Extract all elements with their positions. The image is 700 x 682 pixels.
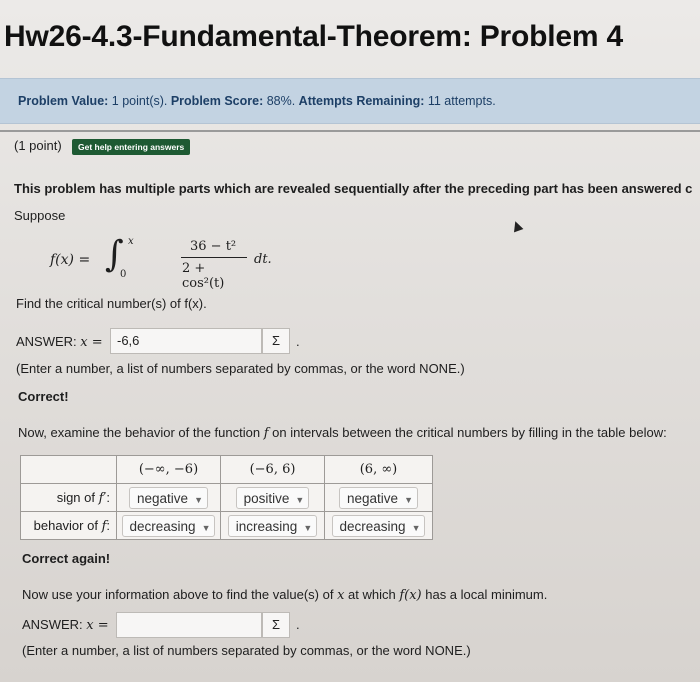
table-corner-cell [20,455,117,484]
behavior-select-value: decreasing [129,518,196,534]
suppose-text: Suppose [14,208,66,223]
integral-formula: f(x) = ∫ x 0 36 − t² 2 + cos²(t) dt. [50,234,272,292]
formula-denominator: 2 + cos²(t) [182,261,225,291]
behavior-label-colon: : [106,517,110,533]
sign-cell: negative ▼ [324,483,433,512]
formula-numerator: 36 − t² [190,239,237,254]
sign-cell: negative ▼ [116,483,221,512]
part1-equation-editor-button[interactable]: Σ [262,328,290,354]
formula-dt: dt. [254,252,272,267]
interval-header: (−∞, −6) [116,455,221,484]
part2-status: Correct again! [22,551,111,566]
sigma-icon: Σ [271,617,281,632]
behavior-cell: decreasing ▼ [324,511,433,540]
behavior-select[interactable]: decreasing ▼ [121,514,216,537]
part3-period: . [296,617,300,632]
interval-header: (−6, 6) [220,455,325,484]
sign-label-text: sign of [56,489,99,505]
part3-prompt-fx: f(x) [399,588,422,603]
problem-points: (1 point) [14,138,62,153]
interval-header: (6, ∞) [324,455,433,484]
part3-prompt: Now use your information above to find t… [22,587,547,603]
part1-period: . [296,334,300,349]
page-title: Hw26-4.3-Fundamental-Theorem: Problem 4 [4,20,623,53]
sign-select[interactable]: negative ▼ [129,486,208,509]
sign-select-value: positive [243,490,290,506]
chevron-down-icon: ▼ [411,522,421,533]
problem-info-box: Problem Value: 1 point(s). Problem Score… [0,78,700,124]
part2-prompt: Now, examine the behavior of the functio… [18,425,667,441]
part3-answer-label: ANSWER: x = [22,617,109,633]
behavior-row: behavior of f: decreasing ▼ increasing ▼ d… [20,511,433,540]
behavior-select[interactable]: decreasing ▼ [331,514,426,537]
help-entering-answers-button[interactable]: Get help entering answers [72,139,191,155]
problem-intro: This problem has multiple parts which ar… [14,181,693,196]
problem-score-label: Problem Score: [170,94,264,108]
sigma-icon: Σ [271,333,281,348]
sign-select-value: negative [347,490,399,506]
formula-lhs: f(x) = [50,252,91,268]
chevron-down-icon: ▼ [201,522,211,533]
part3-prompt-mid: at which [344,587,400,602]
attempts-remaining-label: Attempts Remaining: [298,94,425,108]
behavior-row-label: behavior of f: [20,511,117,540]
divider [0,130,700,132]
sign-label-colon: : [106,489,110,505]
answer-label: ANSWER: [16,334,77,349]
problem-value-label: Problem Value: [18,94,109,108]
behavior-label-text: behavior of [33,517,102,533]
part3-prompt-end: has a local minimum. [421,587,548,602]
part2-prompt-start: Now, examine the behavior of the functio… [18,425,264,440]
answer-variable: x = [80,335,103,350]
attempts-remaining: 11 attempts. [424,94,496,108]
sign-row-label: sign of f′: [20,483,117,512]
fraction-line [181,257,247,258]
sign-select[interactable]: positive ▼ [235,486,310,509]
sign-select-value: negative [137,490,189,506]
problem-value: 1 point(s). [108,94,171,108]
behavior-cell: decreasing ▼ [116,511,221,540]
mouse-cursor-icon [510,219,524,233]
part3-hint: (Enter a number, a list of numbers separ… [22,643,471,658]
part3-prompt-start: Now use your information above to find t… [22,587,338,602]
behavior-select-value: increasing [235,518,298,534]
sign-cell: positive ▼ [220,483,325,512]
part1-status: Correct! [18,389,69,404]
sign-row: sign of f′: negative ▼ positive ▼ negative… [20,483,433,512]
answer-variable: x = [86,618,109,633]
answer-label: ANSWER: [22,617,83,632]
part2-prompt-end: on intervals between the critical number… [268,425,667,440]
behavior-cell: increasing ▼ [220,511,325,540]
part1-answer-input[interactable]: -6,6 [110,328,262,354]
integral-upper-limit: x [128,236,134,247]
sign-select[interactable]: negative ▼ [339,486,418,509]
table-header-row: (−∞, −6) (−6, 6) (6, ∞) [20,455,433,484]
chevron-down-icon: ▼ [404,494,413,505]
problem-info-text: Problem Value: 1 point(s). Problem Score… [18,94,496,108]
chevron-down-icon: ▼ [194,494,203,505]
integral-lower-limit: 0 [120,269,127,280]
behavior-select[interactable]: increasing ▼ [227,514,318,537]
part3-equation-editor-button[interactable]: Σ [262,612,290,638]
behavior-table: (−∞, −6) (−6, 6) (6, ∞) sign of f′: nega… [20,455,433,540]
part1-answer-label: ANSWER: x = [16,334,103,350]
page: Hw26-4.3-Fundamental-Theorem: Problem 4 … [0,0,700,682]
part3-answer-input[interactable] [116,612,262,638]
part1-question: Find the critical number(s) of f(x). [16,296,207,311]
chevron-down-icon: ▼ [303,522,313,533]
chevron-down-icon: ▼ [295,494,305,505]
problem-score: 88%. [263,94,299,108]
behavior-select-value: decreasing [339,518,406,534]
part1-hint: (Enter a number, a list of numbers separ… [16,361,465,376]
